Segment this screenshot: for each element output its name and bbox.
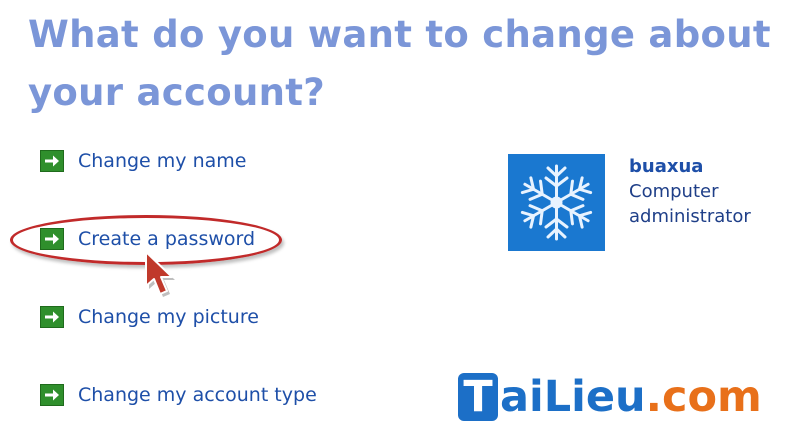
mouse-pointer-icon: [145, 251, 175, 297]
account-name: buaxua: [629, 156, 704, 177]
task-change-account-type[interactable]: Change my account type: [40, 382, 317, 408]
task-change-picture[interactable]: Change my picture: [40, 304, 259, 330]
page-title: What do you want to change about your ac…: [28, 6, 798, 122]
account-picture[interactable]: [508, 154, 605, 251]
task-label: Change my picture: [78, 306, 259, 328]
task-label: Create a password: [78, 228, 256, 250]
snowflake-icon: [518, 164, 595, 241]
task-change-name[interactable]: Change my name: [40, 148, 246, 174]
logo-middle-text: aiLieu: [500, 372, 646, 422]
logo-suffix-text: .com: [645, 372, 762, 422]
task-label: Change my name: [78, 150, 247, 172]
green-arrow-icon: [40, 306, 64, 328]
page-title-line-1: What do you want to change about: [28, 13, 771, 56]
account-type-line-1: Computer: [629, 181, 719, 202]
tailieu-logo: T aiLieu .com: [458, 369, 762, 425]
green-arrow-icon: [40, 384, 64, 406]
account-type-line-2: administrator: [629, 206, 751, 227]
page-title-line-2: your account?: [28, 71, 325, 114]
green-arrow-icon: [40, 228, 64, 250]
task-label: Change my account type: [78, 384, 317, 406]
task-create-password[interactable]: Create a password: [40, 226, 255, 252]
logo-letter: T: [458, 372, 498, 422]
account-info: buaxua Computer administrator: [629, 154, 751, 229]
green-arrow-icon: [40, 150, 64, 172]
user-accounts-panel: What do you want to change about your ac…: [0, 0, 811, 428]
